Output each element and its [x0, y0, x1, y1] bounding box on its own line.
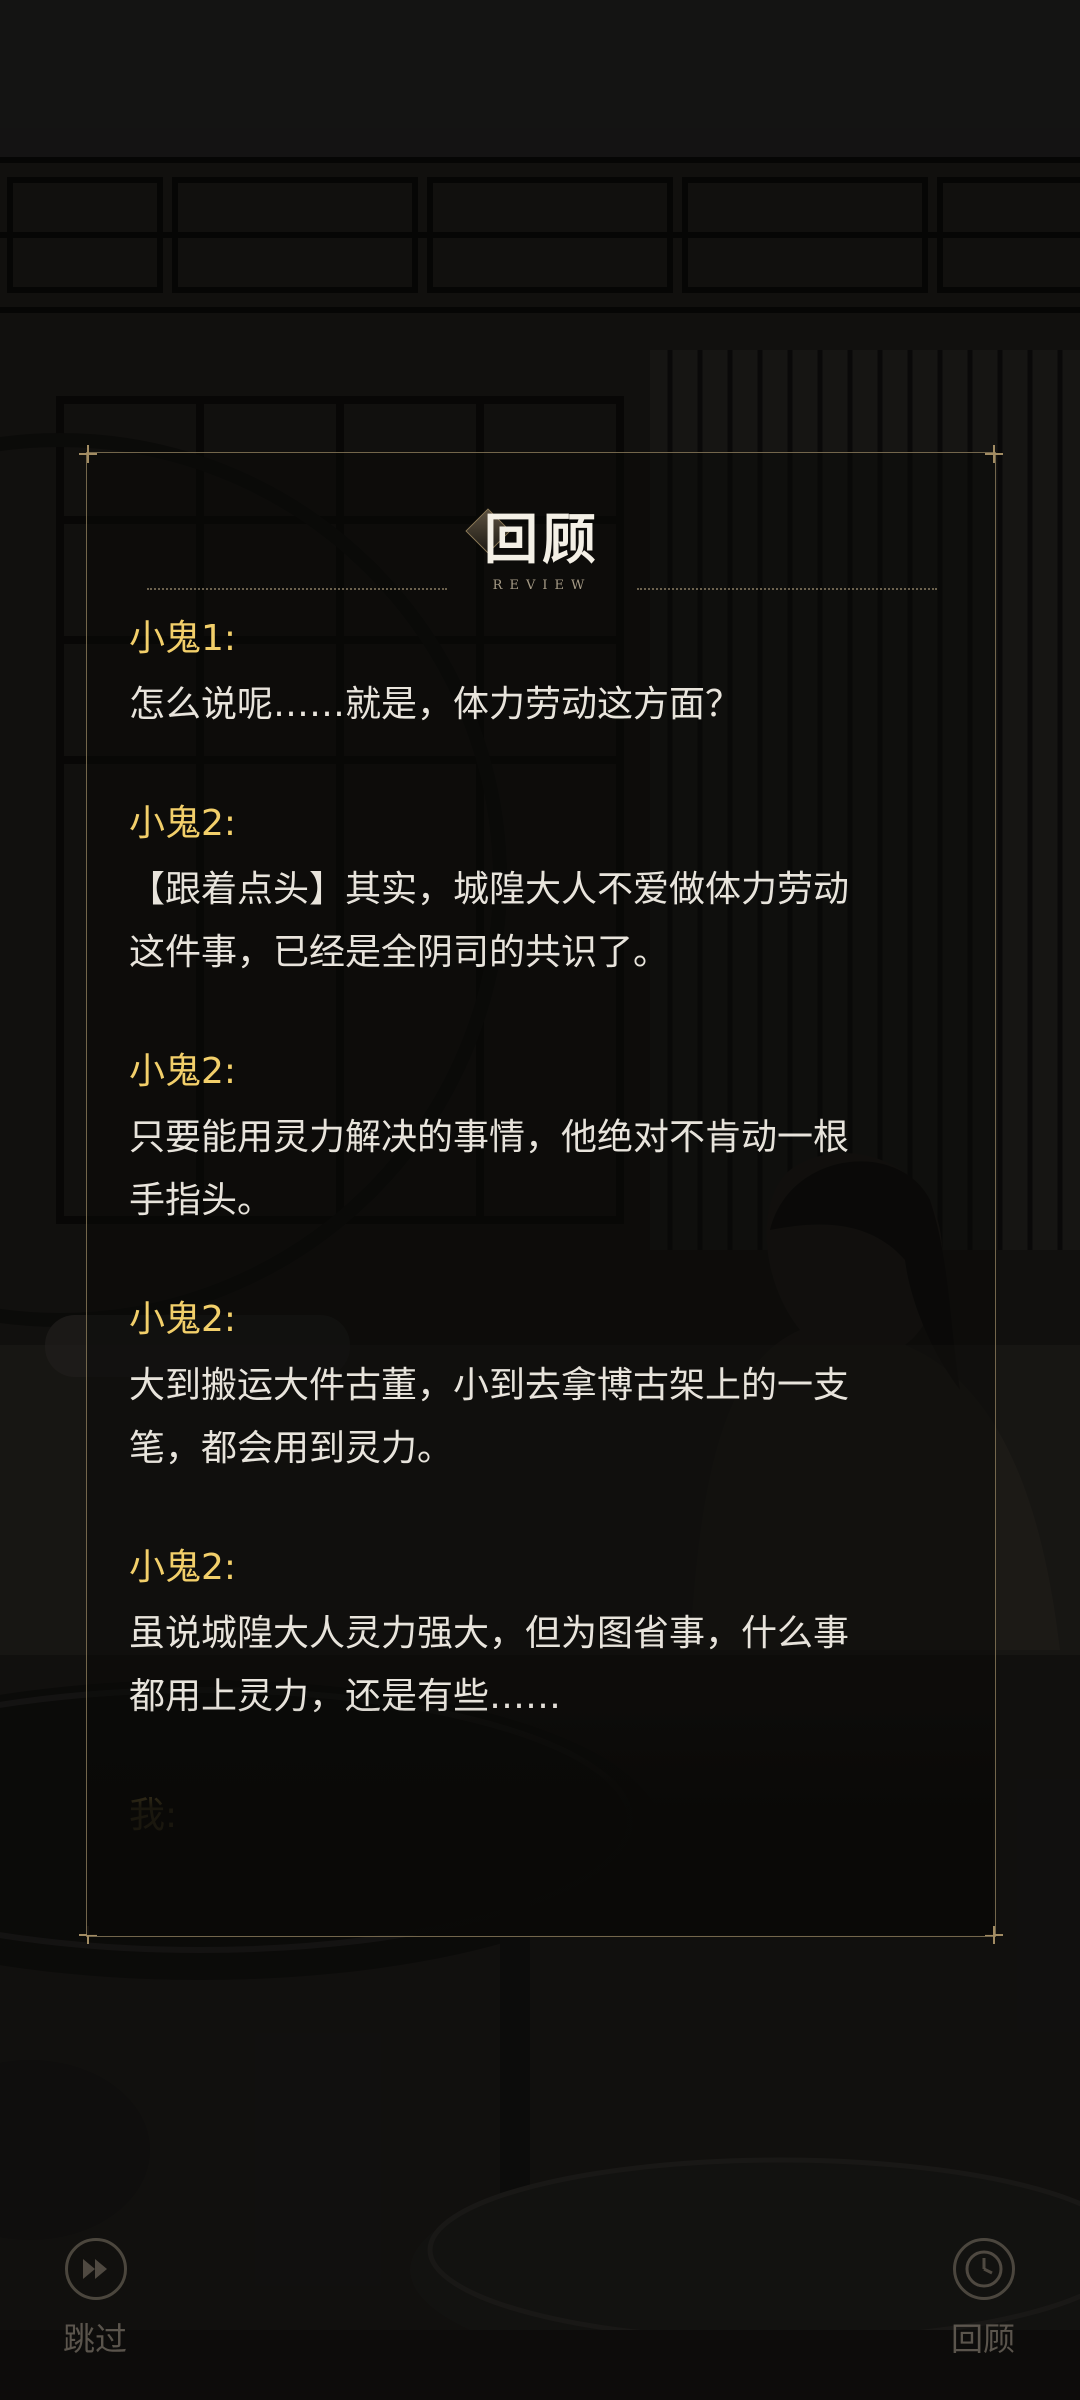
speaker-name: 小鬼2: — [129, 1547, 237, 1588]
log-entry: 小鬼1: 怎么说呢……就是，体力劳动这方面？ — [129, 613, 969, 736]
clock-icon — [953, 2238, 1015, 2300]
review-button[interactable]: 回顾 — [928, 2238, 1038, 2368]
skip-label: 跳过 — [62, 2320, 127, 2358]
review-subtitle-row: REVIEW — [147, 578, 937, 598]
fast-forward-icon — [65, 2238, 127, 2300]
dialogue-line: 只要能用灵力解决的事情，他绝对不肯动一根 手指头。 — [129, 1106, 969, 1232]
dialogue-line-part: 【跟着点头】其实，城隍大人不爱做体力劳动 — [129, 869, 850, 910]
dialogue-line-part: 虽说城隍大人灵力强大，但为图省事，什么事 — [129, 1613, 850, 1654]
log-entry: 小鬼2: 大到搬运大件古董，小到去拿博古架上的一支 笔，都会用到灵力。 — [129, 1294, 969, 1480]
dialogue-line: 【跟着点头】其实，城隍大人不爱做体力劳动 这件事，已经是全阴司的共识了。 — [129, 858, 969, 984]
dialogue-line-part: 笔，都会用到灵力。 — [129, 1428, 454, 1469]
dialogue-line-part: 手指头。 — [129, 1180, 274, 1221]
dialogue-line-part: 只要能用灵力解决的事情，他绝对不肯动一根 — [129, 1117, 850, 1158]
log-bottom-fade — [87, 1703, 993, 1935]
log-entry: 小鬼2: 【跟着点头】其实，城隍大人不爱做体力劳动 这件事，已经是全阴司的共识了… — [129, 798, 969, 984]
review-header: 回顾 — [87, 493, 997, 573]
log-entry: 小鬼2: 虽说城隍大人灵力强大，但为图省事，什么事 都用上灵力，还是有些…… — [129, 1542, 969, 1728]
review-subtitle: REVIEW — [492, 578, 592, 593]
review-title: 回顾 — [484, 507, 600, 571]
review-panel: 回顾 REVIEW 小鬼1: 怎么说呢……就是，体力劳动这方面？ 小鬼2: 【跟… — [79, 445, 1003, 1944]
log-entry: 小鬼2: 只要能用灵力解决的事情，他绝对不肯动一根 手指头。 — [129, 1046, 969, 1232]
frame-corner-ornament — [985, 445, 1003, 463]
dialogue-line: 大到搬运大件古董，小到去拿博古架上的一支 笔，都会用到灵力。 — [129, 1354, 969, 1480]
speaker-name: 小鬼2: — [129, 803, 237, 844]
dialogue-line-part: 大到搬运大件古董，小到去拿博古架上的一支 — [129, 1365, 850, 1406]
speaker-name: 小鬼2: — [129, 1051, 237, 1092]
dialogue-line: 怎么说呢……就是，体力劳动这方面？ — [129, 684, 742, 725]
frame-corner-ornament — [79, 445, 97, 463]
speaker-name: 小鬼2: — [129, 1299, 237, 1340]
review-label: 回顾 — [950, 2320, 1015, 2358]
speaker-name: 小鬼1: — [129, 618, 237, 659]
dialogue-line-part: 这件事，已经是全阴司的共识了。 — [129, 932, 670, 973]
skip-button[interactable]: 跳过 — [40, 2238, 150, 2368]
